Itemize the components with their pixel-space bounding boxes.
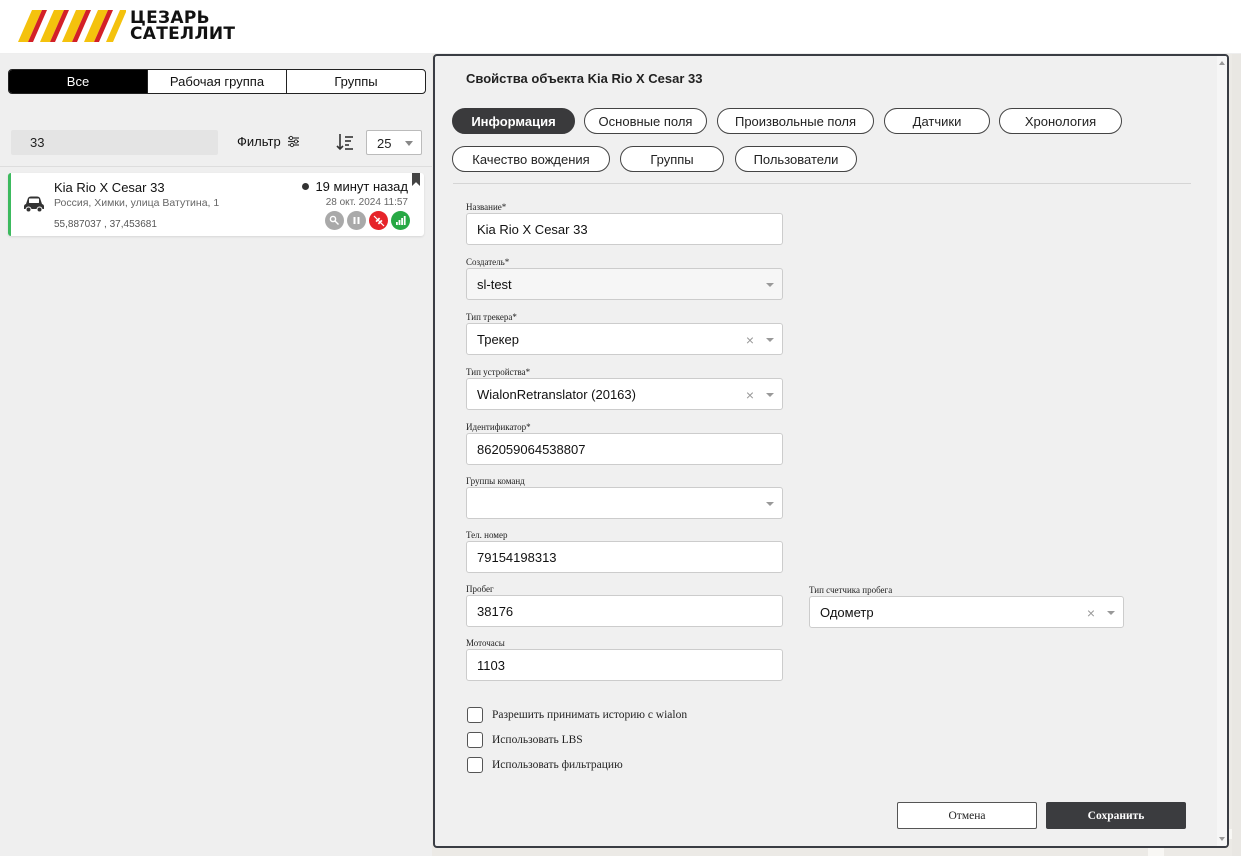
dialog-scrollbar[interactable] [1217,56,1227,846]
name-label: Название* [466,202,507,212]
app-header: ЦЕЗАРЬ САТЕЛЛИТ [0,0,1241,54]
search-input[interactable]: 33 [11,130,218,155]
chevron-down-icon [405,141,413,146]
last-update: 19 минут назад [302,179,408,194]
phone-label: Тел. номер [466,530,508,540]
chevron-down-icon [766,502,774,506]
tracker-type-value: Трекер [477,332,519,347]
object-name: Kia Rio X Cesar 33 [54,180,165,195]
cancel-button[interactable]: Отмена [897,802,1037,829]
tracker-type-label: Тип трекера* [466,312,517,322]
filter-button[interactable]: Фильтр [237,134,300,149]
page-scrollbar[interactable] [1232,54,1241,856]
last-update-date: 28 окт. 2024 11:57 [325,197,408,208]
clear-icon[interactable]: × [746,387,754,403]
creator-value: sl-test [477,277,512,292]
identifier-field[interactable]: 862059064538807 [466,433,783,465]
filter-label: Фильтр [237,134,281,149]
device-type-value: WialonRetranslator (20163) [477,387,636,402]
per-page-select[interactable]: 25 [366,130,422,155]
logo-stripes-icon [18,10,126,42]
scope-tab-groups[interactable]: Группы [286,70,425,93]
tab-chronology[interactable]: Хронология [999,108,1122,134]
tab-users[interactable]: Пользователи [735,146,857,172]
device-type-select[interactable]: WialonRetranslator (20163) × [466,378,783,410]
last-update-text: 19 минут назад [315,179,408,194]
tab-custom-fields[interactable]: Произвольные поля [717,108,874,134]
scope-tab-workgroup[interactable]: Рабочая группа [147,70,286,93]
sliders-icon [287,135,299,148]
objects-panel: Все Рабочая группа Группы 33 Фильтр 25 K… [0,54,432,856]
mileage-label: Пробег [466,584,494,594]
key-icon[interactable] [325,211,344,230]
divider [0,166,432,167]
object-coordinates: 55,887037 , 37,453681 [54,219,157,230]
scroll-down-icon[interactable] [1219,837,1225,841]
mileage-counter-select[interactable]: Одометр × [809,596,1124,628]
allow-wialon-history-checkbox[interactable] [467,707,483,723]
scope-tab-all[interactable]: Все [9,70,147,93]
logo[interactable]: ЦЕЗАРЬ САТЕЛЛИТ [18,10,236,44]
bookmark-icon[interactable] [412,173,420,186]
object-properties-dialog: Свойства объекта Kia Rio X Cesar 33 Инфо… [433,54,1229,848]
pause-icon[interactable] [347,211,366,230]
checkbox-row[interactable]: Разрешить принимать историю с wialon [467,707,687,723]
command-groups-select[interactable] [466,487,783,519]
command-groups-label: Группы команд [466,476,525,486]
chevron-down-icon [1107,611,1115,615]
per-page-value: 25 [377,136,392,151]
car-icon [24,196,44,213]
chevron-down-icon [766,283,774,287]
tab-information[interactable]: Информация [452,108,575,134]
use-filtering-checkbox[interactable] [467,757,483,773]
identifier-label: Идентификатор* [466,422,531,432]
clear-icon[interactable]: × [1087,605,1095,621]
tab-sensors[interactable]: Датчики [884,108,990,134]
clear-icon[interactable]: × [746,332,754,348]
mileage-field[interactable]: 38176 [466,595,783,627]
checkbox-label: Использовать фильтрацию [492,759,623,771]
object-list-item[interactable]: Kia Rio X Cesar 33 Россия, Химки, улица … [8,173,424,236]
object-scope-switch: Все Рабочая группа Группы [8,69,426,94]
device-type-label: Тип устройства* [466,367,531,377]
tracker-type-select[interactable]: Трекер × [466,323,783,355]
name-field[interactable]: Kia Rio X Cesar 33 [466,213,783,245]
tab-main-fields[interactable]: Основные поля [584,108,707,134]
creator-label: Создатель* [466,257,510,267]
checkbox-row[interactable]: Использовать фильтрацию [467,757,623,773]
chevron-down-icon [766,393,774,397]
save-button[interactable]: Сохранить [1046,802,1186,829]
mileage-counter-label: Тип счетчика пробега [809,585,893,595]
phone-field[interactable]: 79154198313 [466,541,783,573]
satellite-off-icon[interactable] [369,211,388,230]
mileage-counter-value: Одометр [820,605,874,620]
engine-hours-field[interactable]: 1103 [466,649,783,681]
status-icons [325,211,410,230]
divider [453,183,1191,184]
chevron-down-icon [766,338,774,342]
checkbox-label: Разрешить принимать историю с wialon [492,709,688,721]
tab-driving-quality[interactable]: Качество вождения [452,146,610,172]
logo-text: ЦЕЗАРЬ САТЕЛЛИТ [130,10,236,44]
logo-line-2: САТЕЛЛИТ [130,24,236,44]
scroll-up-icon[interactable] [1219,61,1225,65]
signal-icon[interactable] [391,211,410,230]
status-dot-icon [302,183,310,190]
engine-hours-label: Моточасы [466,638,505,648]
checkbox-label: Использовать LBS [492,734,583,746]
dialog-title: Свойства объекта Kia Rio X Cesar 33 [466,71,703,86]
checkbox-row[interactable]: Использовать LBS [467,732,583,748]
sort-icon[interactable] [335,132,355,152]
tab-groups[interactable]: Группы [620,146,724,172]
use-lbs-checkbox[interactable] [467,732,483,748]
creator-select[interactable]: sl-test [466,268,783,300]
object-address: Россия, Химки, улица Ватутина, 1 [54,197,220,209]
